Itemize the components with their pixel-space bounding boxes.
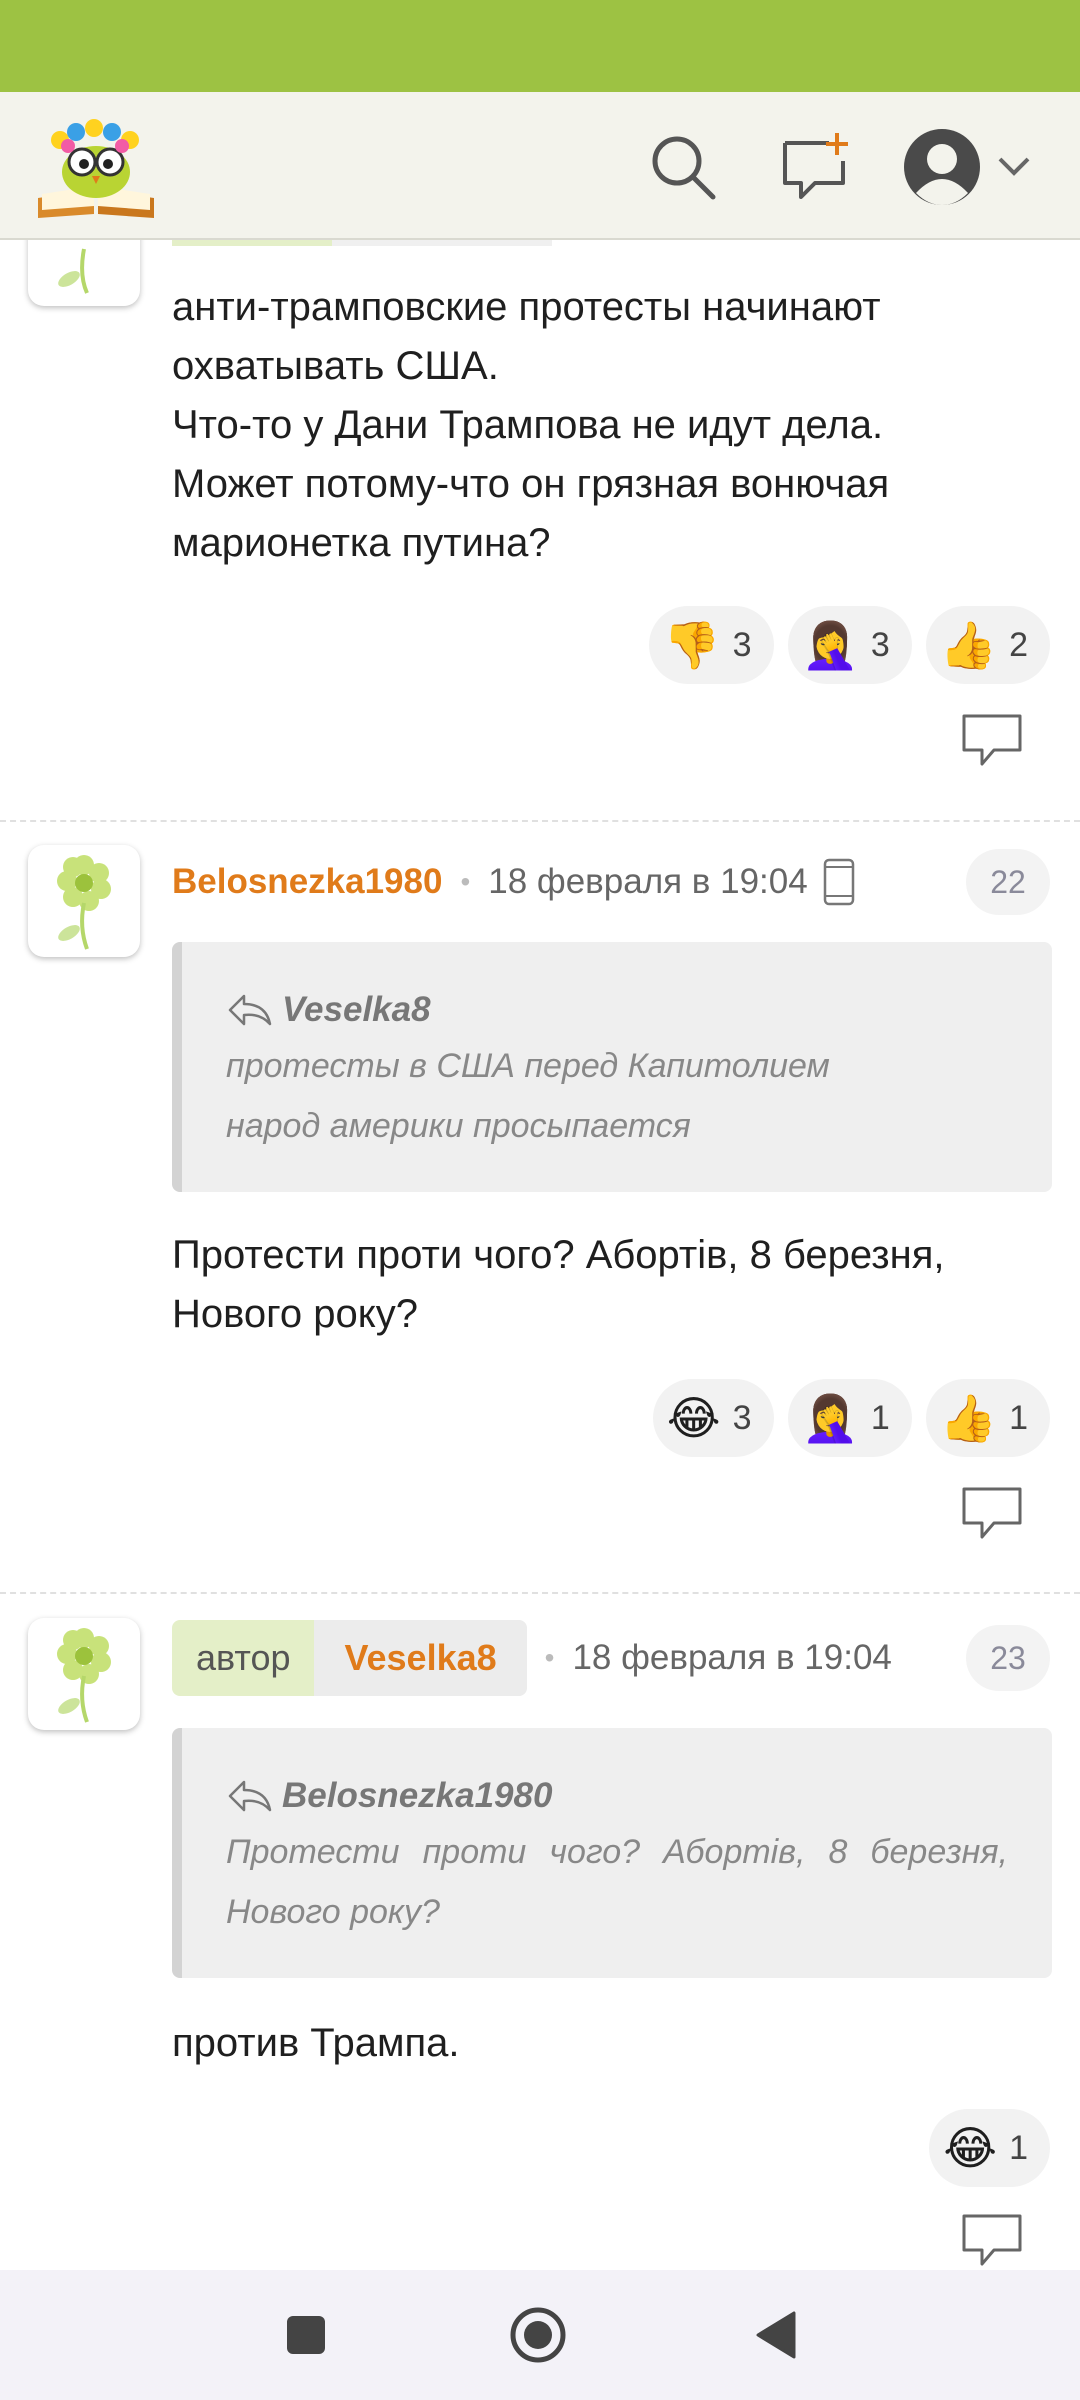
quote-block: Veselka8 протесты в США перед Капитолием…: [172, 942, 1052, 1192]
reply-bubble-icon[interactable]: [960, 712, 1024, 768]
flower-avatar-icon: [57, 855, 111, 950]
thumbs-down-icon: 👎: [663, 619, 721, 671]
status-bar: [0, 0, 1080, 92]
comment-text: анти-трамповские протесты начинают охват…: [172, 285, 890, 565]
reaction-laugh[interactable]: 😂 1: [929, 2109, 1050, 2187]
quote-text: Протести проти чого? Абортів, 8 березня,…: [226, 1833, 1008, 1931]
author-tag-partial-green: [172, 240, 332, 246]
recents-square-icon[interactable]: [276, 2305, 336, 2365]
quote-text: протесты в США перед Капитолием народ ам…: [226, 1047, 830, 1145]
comment-number[interactable]: 22: [966, 849, 1050, 915]
laughing-icon: 😂: [943, 2122, 998, 2174]
new-message-icon[interactable]: [770, 122, 860, 212]
reactions-bar: 👎 3 🤦‍♀️ 3 👍 2: [649, 606, 1050, 684]
facepalm-icon: 🤦‍♀️: [801, 1392, 859, 1444]
avatar[interactable]: [28, 845, 140, 957]
system-nav-bar: [0, 2270, 1080, 2400]
back-triangle-icon[interactable]: [746, 2305, 806, 2365]
separator-dot: •: [460, 866, 471, 897]
mobile-device-icon: [823, 858, 854, 906]
reaction-dislike[interactable]: 👎 3: [649, 606, 774, 684]
reply-arrow-icon: [228, 1780, 272, 1812]
search-icon[interactable]: [638, 122, 728, 212]
author-tag: автор Veselka8: [172, 1620, 527, 1696]
quote-author: Veselka8: [226, 984, 1008, 1036]
user-menu[interactable]: [898, 122, 1038, 212]
quote-author: Belosnezka1980: [226, 1770, 1008, 1822]
comment-meta: автор Veselka8 • 18 февраля в 19:04: [172, 1620, 892, 1696]
user-avatar-icon: [904, 129, 980, 205]
reactions-bar: 😂 1: [929, 2109, 1050, 2187]
facepalm-icon: 🤦‍♀️: [801, 619, 859, 671]
thumbs-up-icon: 👍: [939, 1392, 998, 1444]
timestamp: 18 февраля в 19:04: [572, 1638, 892, 1677]
home-circle-icon[interactable]: [508, 2305, 568, 2365]
thumbs-up-icon: 👍: [939, 619, 998, 671]
reply-arrow-icon: [228, 994, 272, 1026]
laughing-icon: 😂: [666, 1392, 721, 1444]
reply-bubble-icon[interactable]: [960, 1485, 1024, 1541]
owl-book-logo-icon[interactable]: [34, 110, 158, 222]
avatar[interactable]: [28, 240, 140, 306]
comment-divider: [0, 820, 1080, 822]
reactions-bar: 😂 3 🤦‍♀️ 1 👍 1: [652, 1379, 1050, 1457]
username[interactable]: Belosnezka1980: [172, 862, 442, 902]
reaction-facepalm[interactable]: 🤦‍♀️ 3: [787, 606, 912, 684]
reaction-facepalm[interactable]: 🤦‍♀️ 1: [787, 1379, 912, 1457]
comments-list[interactable]: анти-трамповские протесты начинают охват…: [0, 240, 1080, 2270]
reaction-laugh[interactable]: 😂 3: [652, 1379, 774, 1457]
reaction-like[interactable]: 👍 2: [925, 606, 1050, 684]
comment-number[interactable]: 23: [966, 1625, 1050, 1691]
comment-divider: [0, 1592, 1080, 1594]
reaction-like[interactable]: 👍 1: [925, 1379, 1050, 1457]
comment-text: Протести проти чого? Абортів, 8 березня,…: [172, 1233, 945, 1336]
avatar[interactable]: [28, 1618, 140, 1730]
app-header: [0, 92, 1080, 240]
quote-block: Belosnezka1980 Протести проти чого? Абор…: [172, 1728, 1052, 1978]
chevron-down-icon: [998, 157, 1030, 176]
flower-avatar-icon: [57, 1628, 111, 1723]
timestamp: 18 февраля в 19:04: [488, 862, 808, 901]
flower-avatar-icon: [58, 248, 89, 294]
reply-bubble-icon[interactable]: [960, 2212, 1024, 2268]
comment-meta: Belosnezka1980 • 18 февраля в 19:04: [172, 844, 856, 920]
username[interactable]: Veselka8: [314, 1620, 527, 1696]
comment-text: против Трампа.: [172, 2021, 460, 2065]
separator-dot: •: [544, 1642, 555, 1673]
